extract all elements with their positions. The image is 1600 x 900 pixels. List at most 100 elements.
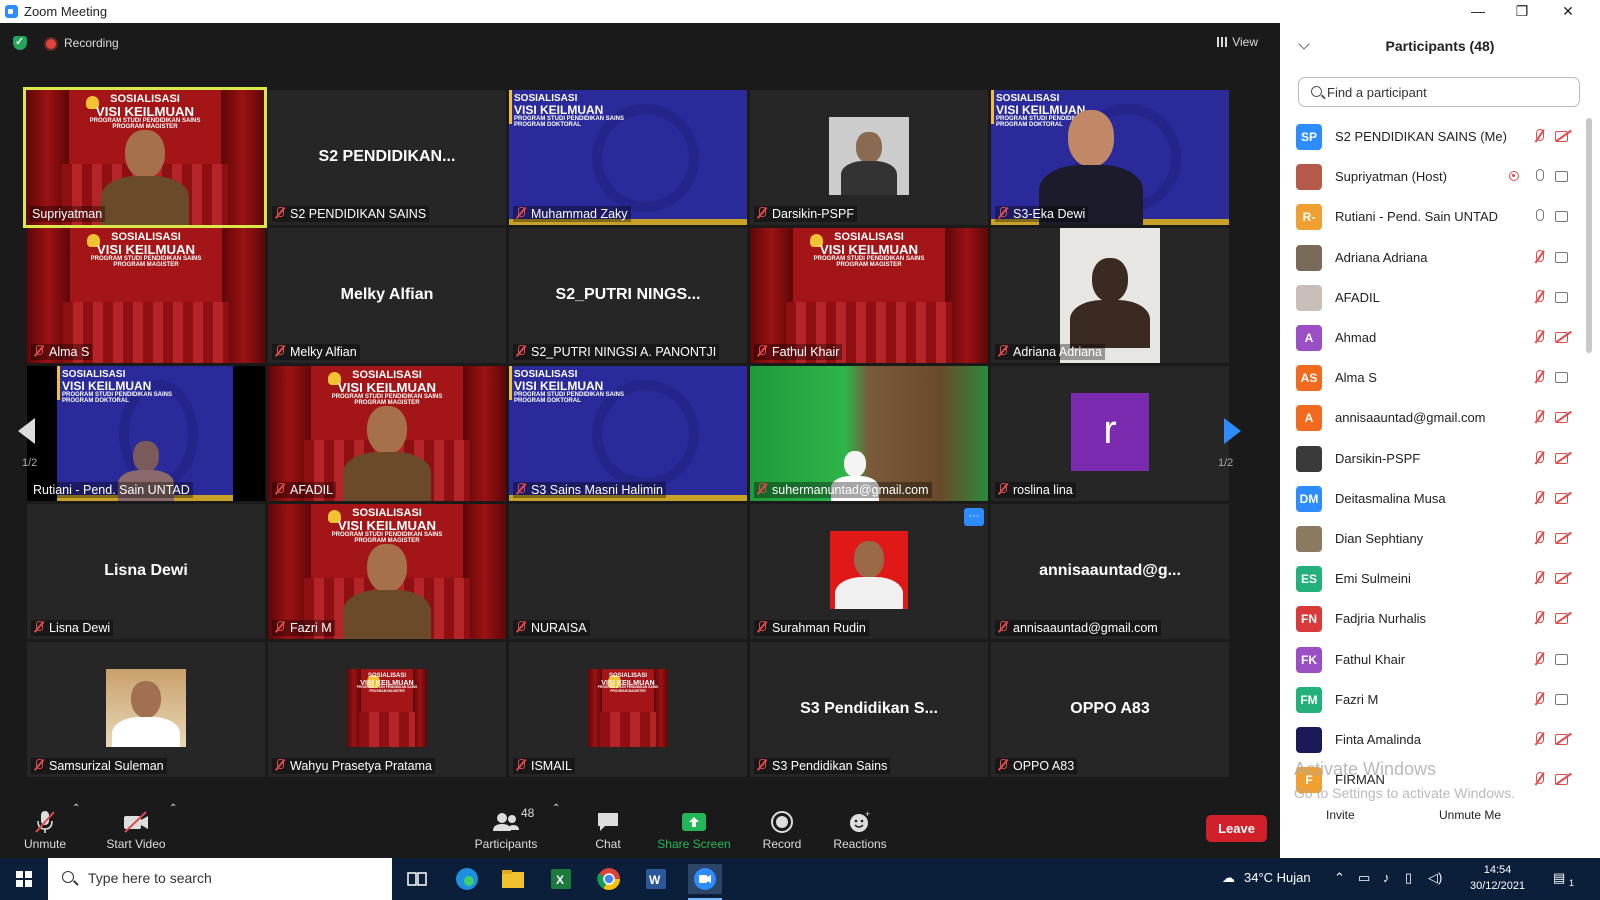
video-tile[interactable]: SOSIALISASI VISI KEILMUAN PROGRAM STUDI PE… <box>268 642 506 777</box>
video-tile[interactable]: SOSIALISASI VISI KEILMUAN PROGRAM STUDI PE… <box>23 87 267 228</box>
close-button[interactable]: ✕ <box>1546 0 1590 23</box>
camera-off-icon[interactable] <box>1555 612 1571 625</box>
video-tile[interactable]: ··· Surahman Rudin <box>750 504 988 639</box>
camera-off-icon[interactable] <box>1555 130 1571 142</box>
video-tile[interactable]: SOSIALISASI VISI KEILMUAN PROGRAM STUDI PE… <box>268 366 506 501</box>
video-tile[interactable]: SOSIALISASI VISI KEILMUAN PROGRAM STUDI PE… <box>27 366 265 501</box>
participants-button[interactable]: 48 Participants <box>466 806 546 851</box>
minimize-button[interactable]: — <box>1456 0 1500 23</box>
weather-icon[interactable]: ☁ <box>1222 870 1235 886</box>
muted-mic-icon[interactable] <box>1533 249 1545 264</box>
participant-row[interactable]: Finta Amalinda <box>1280 719 1582 760</box>
zoom-taskbar-icon[interactable] <box>688 864 722 894</box>
muted-mic-icon[interactable] <box>1533 450 1545 465</box>
video-tile[interactable]: SOSIALISASI VISI KEILMUAN PROGRAM STUDI PE… <box>750 228 988 363</box>
maximize-button[interactable]: ❐ <box>1500 0 1544 23</box>
start-video-button[interactable]: Start Video <box>96 809 176 851</box>
next-page-arrow-icon[interactable] <box>1224 418 1241 444</box>
muted-mic-icon[interactable] <box>1533 330 1545 344</box>
muted-mic-icon[interactable] <box>1533 410 1545 424</box>
video-tile[interactable]: Lisna Dewi Lisna Dewi <box>27 504 265 639</box>
video-tile[interactable]: NURAISA <box>509 504 747 639</box>
weather-text[interactable]: 34°C Hujan <box>1244 870 1311 885</box>
word-icon[interactable]: W <box>641 864 671 894</box>
video-tile[interactable]: S2 PENDIDIKAN... S2 PENDIDIKAN SAINS <box>268 90 506 225</box>
participant-row[interactable]: FM Fazri M <box>1280 679 1582 720</box>
video-tile[interactable]: SOSIALISASI VISI KEILMUAN PROGRAM STUDI PE… <box>509 90 747 225</box>
camera-icon[interactable] <box>1555 170 1571 183</box>
file-explorer-icon[interactable] <box>498 864 528 894</box>
view-button[interactable]: View <box>1217 35 1258 49</box>
camera-off-icon[interactable] <box>1555 331 1571 343</box>
unmute-me-button[interactable]: Unmute Me <box>1439 808 1501 822</box>
volume-icon[interactable]: ◁) <box>1428 870 1442 886</box>
participant-row[interactable]: Adriana Adriana <box>1280 237 1582 278</box>
network-icon[interactable]: ▭ <box>1358 870 1370 886</box>
camera-off-icon[interactable] <box>1555 733 1571 745</box>
video-tile[interactable]: SOSIALISASI VISI KEILMUAN PROGRAM STUDI PE… <box>991 90 1229 225</box>
chrome-icon[interactable] <box>594 864 624 894</box>
participant-search-input[interactable]: Find a participant <box>1298 77 1580 107</box>
encryption-shield-icon[interactable] <box>13 35 27 50</box>
muted-mic-icon[interactable] <box>1533 490 1545 505</box>
participant-row[interactable]: FN Fadjria Nurhalis <box>1280 598 1582 639</box>
video-tile[interactable]: SOSIALISASI VISI KEILMUAN PROGRAM STUDI PE… <box>509 366 747 501</box>
leave-button[interactable]: Leave <box>1206 815 1267 842</box>
camera-off-icon[interactable] <box>1555 492 1571 504</box>
audio-options-caret-icon[interactable]: ⌃ <box>72 803 80 814</box>
share-screen-button[interactable]: Share Screen <box>654 809 734 851</box>
reactions-button[interactable]: + Reactions <box>820 809 900 851</box>
battery-icon[interactable]: ▯ <box>1405 870 1412 886</box>
more-options-button[interactable]: ··· <box>964 508 984 526</box>
participant-row[interactable]: AFADIL <box>1280 277 1582 318</box>
muted-mic-icon[interactable] <box>1533 571 1545 585</box>
task-view-icon[interactable] <box>402 864 432 894</box>
camera-icon[interactable] <box>1555 210 1571 223</box>
camera-off-icon[interactable] <box>1555 532 1571 544</box>
video-tile[interactable]: S2_PUTRI NINGS... S2_PUTRI NINGSI A. PANO… <box>509 228 747 363</box>
video-tile[interactable]: SOSIALISASI VISI KEILMUAN PROGRAM STUDI PE… <box>509 642 747 777</box>
video-tile[interactable]: Melky Alfian Melky Alfian <box>268 228 506 363</box>
video-tile[interactable]: annisaauntad@g... annisaauntad@gmail.com <box>991 504 1229 639</box>
participant-row[interactable]: AS Alma S <box>1280 357 1582 398</box>
participant-row[interactable]: SP S2 PENDIDIKAN SAINS (Me) <box>1280 116 1582 157</box>
unmute-button[interactable]: Unmute <box>5 809 85 851</box>
chat-button[interactable]: Chat <box>568 809 648 851</box>
video-options-caret-icon[interactable]: ⌃ <box>169 803 177 814</box>
muted-mic-icon[interactable] <box>1533 289 1545 304</box>
excel-icon[interactable]: X <box>546 864 576 894</box>
video-tile[interactable]: suhermanuntad@gmail.com <box>750 366 988 501</box>
participant-row[interactable]: Aannisaauntad@gmail.com <box>1280 397 1582 438</box>
video-tile[interactable]: S3 Pendidikan S... S3 Pendidikan Sains <box>750 642 988 777</box>
tray-chevron-icon[interactable]: ⌃ <box>1334 870 1345 886</box>
windows-start-icon[interactable] <box>16 871 32 887</box>
edge-browser-icon[interactable] <box>452 864 482 894</box>
participant-row[interactable]: DM Deitasmalina Musa <box>1280 478 1582 519</box>
mic-icon[interactable] <box>1533 209 1545 223</box>
taskbar-search-input[interactable]: Type here to search <box>48 858 392 900</box>
video-tile[interactable]: SOSIALISASI VISI KEILMUAN PROGRAM STUDI PE… <box>27 228 265 363</box>
video-tile[interactable]: Samsurizal Suleman <box>27 642 265 777</box>
camera-off-icon[interactable] <box>1555 572 1571 585</box>
muted-mic-icon[interactable] <box>1533 772 1545 786</box>
video-tile[interactable]: SOSIALISASI VISI KEILMUAN PROGRAM STUDI PE… <box>268 504 506 639</box>
muted-mic-icon[interactable] <box>1533 732 1545 746</box>
mic-icon[interactable] <box>1533 169 1545 183</box>
muted-mic-icon[interactable] <box>1533 691 1545 706</box>
muted-mic-icon[interactable] <box>1533 370 1545 384</box>
camera-icon[interactable] <box>1555 653 1571 665</box>
participant-row[interactable]: Supriyatman (Host) <box>1280 156 1582 197</box>
muted-mic-icon[interactable] <box>1533 611 1545 625</box>
microphone-tray-icon[interactable]: ♪ <box>1383 870 1390 885</box>
video-tile[interactable]: OPPO A83 OPPO A83 <box>991 642 1229 777</box>
video-tile[interactable]: Darsikin-PSPF <box>750 90 988 225</box>
participant-row[interactable]: R- Rutiani - Pend. Sain UNTAD <box>1280 196 1582 237</box>
camera-off-icon[interactable] <box>1555 411 1571 424</box>
notifications-icon[interactable]: ▤ <box>1553 870 1565 886</box>
record-button[interactable]: Record <box>742 809 822 851</box>
camera-icon[interactable] <box>1555 291 1571 303</box>
participant-list-scrollbar[interactable] <box>1586 118 1592 353</box>
participant-row[interactable]: FK Fathul Khair <box>1280 639 1582 680</box>
camera-icon[interactable] <box>1555 371 1571 384</box>
taskbar-clock[interactable]: 14:54 30/12/2021 <box>1470 862 1525 894</box>
